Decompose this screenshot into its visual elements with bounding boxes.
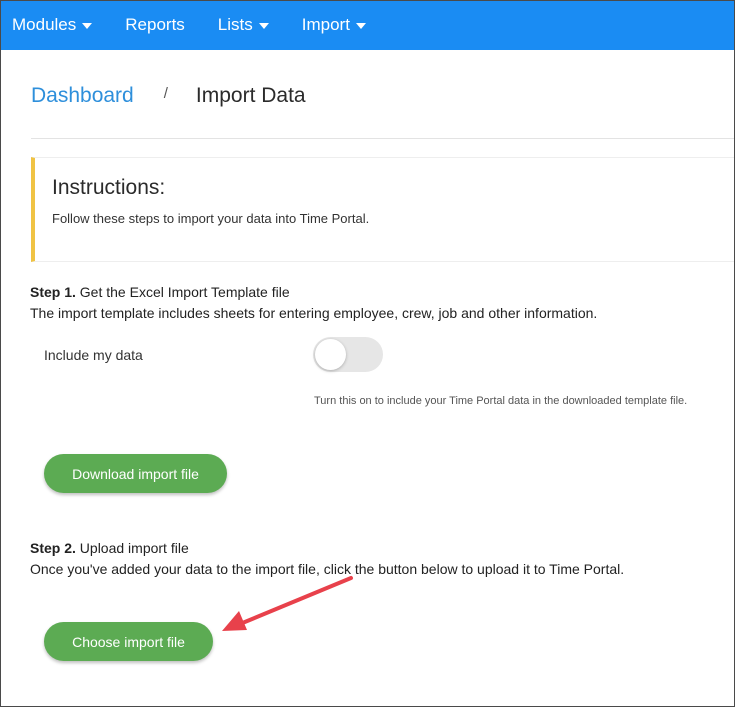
caret-down-icon xyxy=(82,22,93,29)
step2-description: Once you've added your data to the impor… xyxy=(30,561,625,577)
instructions-callout: Instructions: Follow these steps to impo… xyxy=(31,157,735,262)
include-data-label: Include my data xyxy=(44,347,143,363)
nav-import-label: Import xyxy=(301,15,350,34)
step2-label: Step 2. xyxy=(30,540,76,556)
instructions-text: Follow these steps to import your data i… xyxy=(52,211,370,226)
step2-title: Upload import file xyxy=(79,540,189,556)
breadcrumb: Dashboard / Import Data xyxy=(31,84,306,108)
step1-label: Step 1. xyxy=(30,284,76,300)
breadcrumb-dashboard-link[interactable]: Dashboard xyxy=(31,84,134,108)
instructions-title: Instructions: xyxy=(52,176,166,199)
nav-reports-label: Reports xyxy=(125,15,185,34)
top-navbar: Modules Reports Lists Import xyxy=(0,0,735,50)
toggle-knob xyxy=(315,339,346,370)
page-title: Import Data xyxy=(195,84,306,107)
include-data-help-text: Turn this on to include your Time Portal… xyxy=(314,395,688,407)
breadcrumb-separator: / xyxy=(163,84,168,102)
divider xyxy=(31,138,735,139)
step1-title: Get the Excel Import Template file xyxy=(79,284,290,300)
nav-lists-label: Lists xyxy=(217,15,253,34)
download-import-file-button[interactable]: Download import file xyxy=(44,454,227,493)
nav-reports[interactable]: Reports xyxy=(125,0,185,50)
choose-import-file-button[interactable]: Choose import file xyxy=(44,622,213,661)
nav-import[interactable]: Import xyxy=(302,0,366,50)
nav-modules[interactable]: Modules xyxy=(12,0,93,50)
caret-down-icon xyxy=(258,22,269,29)
step1-heading: Step 1. Get the Excel Import Template fi… xyxy=(30,284,290,300)
caret-down-icon xyxy=(355,22,366,29)
include-data-toggle[interactable] xyxy=(313,337,383,372)
step1-description: The import template includes sheets for … xyxy=(30,305,598,321)
step2-heading: Step 2. Upload import file xyxy=(30,540,189,556)
nav-lists[interactable]: Lists xyxy=(218,0,269,50)
nav-modules-label: Modules xyxy=(12,15,77,34)
